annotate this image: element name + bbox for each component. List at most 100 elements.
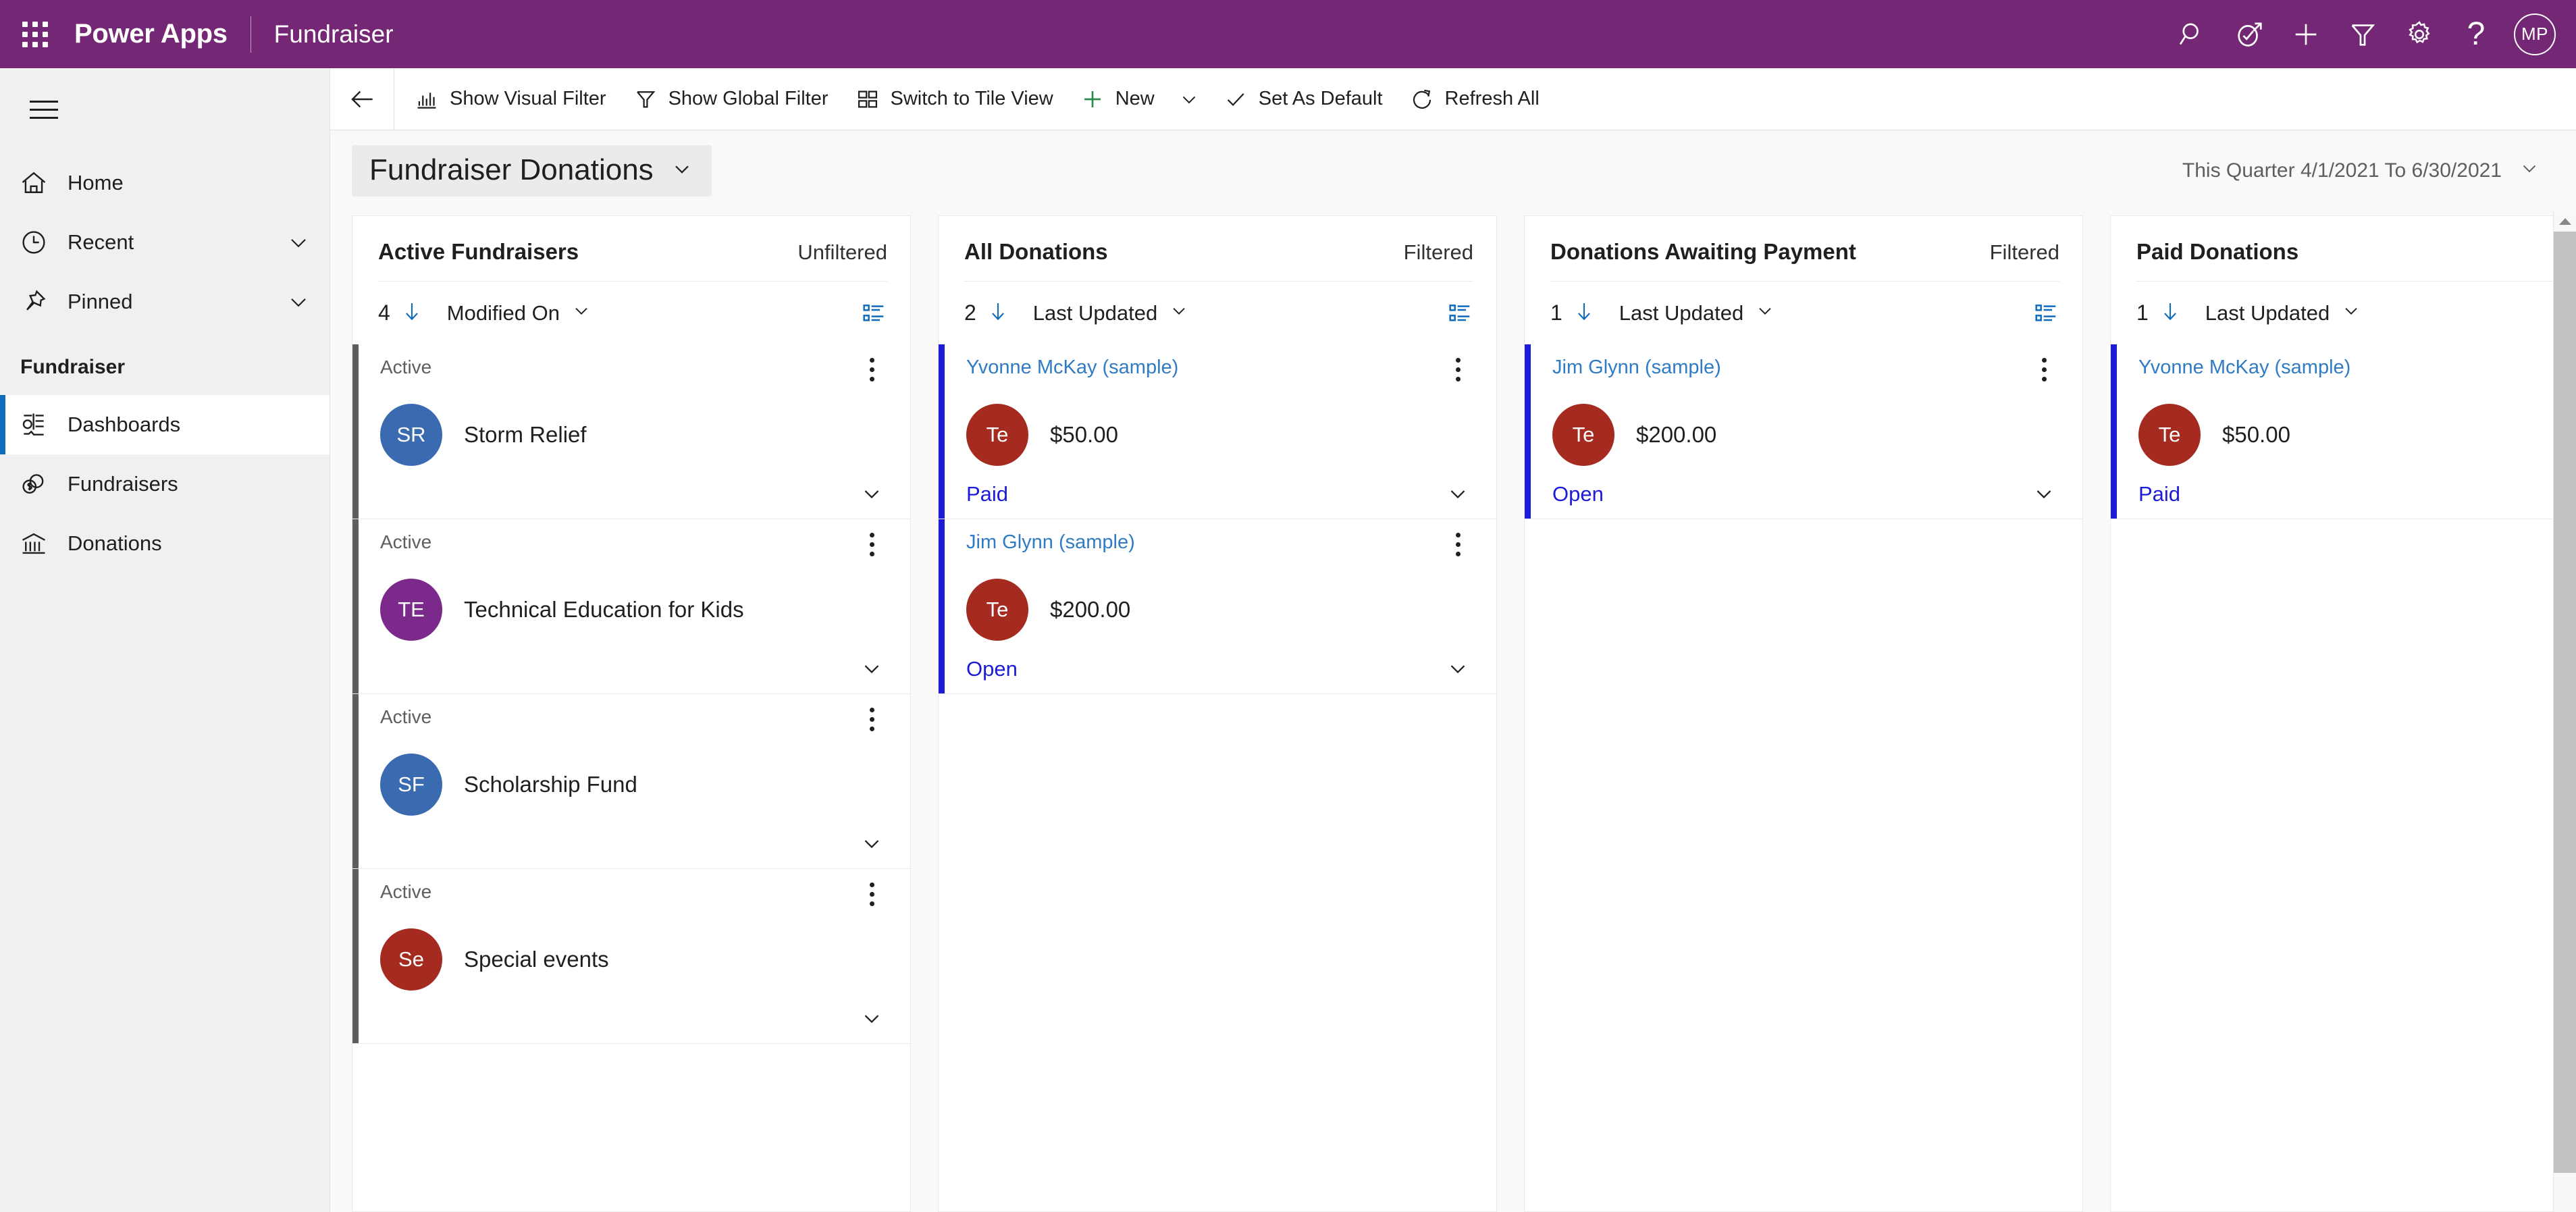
- stream-sort-direction-toggle[interactable]: 1: [1550, 299, 1596, 327]
- card-top-row: Jim Glynn (sample): [966, 531, 1473, 564]
- stream-header-row: Paid DonationsFiltered: [2136, 239, 2553, 265]
- search-icon[interactable]: [2164, 6, 2221, 63]
- stream-header-row: All Donations Filtered: [964, 239, 1473, 265]
- card-contact-link[interactable]: Yvonne McKay (sample): [2138, 357, 2553, 379]
- card[interactable]: Yvonne McKay (sample) Te $50.00 Paid: [2111, 344, 2553, 519]
- sort-descending-arrow-icon: [986, 299, 1010, 327]
- card-expand-chevron-down-icon[interactable]: [859, 656, 887, 681]
- stream-sort-by-label: Last Updated: [2205, 300, 2330, 325]
- back-arrow-icon[interactable]: [334, 71, 391, 128]
- scroll-up-arrow-icon[interactable]: [2554, 211, 2576, 232]
- card[interactable]: Yvonne McKay (sample) Te $50.00 Paid: [939, 344, 1496, 519]
- stream-sort-by-selector[interactable]: Last Updated: [2205, 300, 2362, 327]
- stream-sort-direction-toggle[interactable]: 4: [378, 299, 424, 327]
- stream-sort-direction-toggle[interactable]: 2: [964, 299, 1010, 327]
- card-contact-link[interactable]: Jim Glynn (sample): [966, 531, 1442, 554]
- card-state-link[interactable]: Open: [1552, 482, 2031, 506]
- sidebar-item-pinned[interactable]: Pinned: [0, 272, 330, 332]
- card-bottom-row: [380, 466, 887, 506]
- card-overflow-menu-icon[interactable]: [856, 704, 887, 735]
- new-dropdown-chevron-down-icon[interactable]: [1168, 74, 1210, 125]
- command-bar: Show Visual Filter Show Global Filter Sw…: [330, 68, 2576, 130]
- command-label: Set As Default: [1258, 88, 1383, 109]
- dashboard-selector[interactable]: Fundraiser Donations: [352, 145, 712, 196]
- app-name[interactable]: Fundraiser: [274, 20, 394, 49]
- filter-icon[interactable]: [2334, 6, 2391, 63]
- stream-view-selector-icon[interactable]: [1446, 300, 1473, 327]
- card-expand-chevron-down-icon[interactable]: [859, 1005, 887, 1031]
- checkmark-icon: [1224, 87, 1248, 111]
- help-icon[interactable]: ?: [2448, 6, 2504, 63]
- card[interactable]: Active SR Storm Relief: [352, 344, 910, 519]
- sidebar-item-donations[interactable]: Donations: [0, 514, 330, 573]
- stream-sort-direction-toggle[interactable]: 1: [2136, 299, 2182, 327]
- card-expand-chevron-down-icon[interactable]: [859, 481, 887, 506]
- stream-toolbar: 1 Last Updated: [1525, 282, 2082, 344]
- card-contact-link[interactable]: Yvonne McKay (sample): [966, 357, 1442, 379]
- plus-icon[interactable]: [2278, 6, 2334, 63]
- sidebar-item-dashboards[interactable]: Dashboards: [0, 395, 330, 454]
- card[interactable]: Active TE Technical Education for Kids: [352, 519, 910, 694]
- stream-view-selector-icon[interactable]: [860, 300, 887, 327]
- card-overflow-menu-icon[interactable]: [1442, 354, 1473, 385]
- card-overflow-menu-icon[interactable]: [856, 354, 887, 385]
- card[interactable]: Jim Glynn (sample) Te $200.00 Open: [1525, 344, 2082, 519]
- sidebar-item-home[interactable]: Home: [0, 153, 330, 213]
- card-overflow-menu-icon[interactable]: [856, 529, 887, 560]
- card-overflow-menu-icon[interactable]: [856, 878, 887, 910]
- brand-title[interactable]: Power Apps: [74, 19, 228, 49]
- sort-descending-arrow-icon: [1572, 299, 1596, 327]
- card-bottom-row: Paid: [966, 466, 1473, 506]
- stream-header: Donations Awaiting Payment Filtered: [1525, 216, 2082, 282]
- card[interactable]: Jim Glynn (sample) Te $200.00 Open: [939, 519, 1496, 694]
- card[interactable]: Active Se Special events: [352, 869, 910, 1044]
- gear-icon[interactable]: [2391, 6, 2448, 63]
- vertical-scrollbar[interactable]: [2553, 211, 2576, 1212]
- diagnostics-icon[interactable]: [2221, 6, 2278, 63]
- stream-view-selector-icon[interactable]: [2032, 300, 2059, 327]
- dashboard-header: Fundraiser Donations This Quarter 4/1/20…: [330, 130, 2576, 211]
- switch-to-tile-view-button[interactable]: Switch to Tile View: [842, 74, 1067, 125]
- chevron-down-icon[interactable]: [285, 288, 312, 315]
- card-contact-link[interactable]: Jim Glynn (sample): [1552, 357, 2028, 379]
- card-body: Active SR Storm Relief: [359, 344, 910, 519]
- card-color-bar: [939, 344, 945, 519]
- card-expand-chevron-down-icon[interactable]: [1445, 481, 1473, 506]
- page-title: Fundraiser Donations: [369, 153, 654, 186]
- app-launcher-icon[interactable]: [11, 10, 59, 59]
- card-expand-chevron-down-icon[interactable]: [2031, 481, 2059, 506]
- card-state-link[interactable]: Paid: [966, 482, 1445, 506]
- sidebar-item-recent[interactable]: Recent: [0, 213, 330, 272]
- chevron-down-icon[interactable]: [285, 229, 312, 256]
- card-state-link[interactable]: Open: [966, 657, 1445, 681]
- card-state-link[interactable]: Paid: [2138, 482, 2553, 506]
- show-global-filter-button[interactable]: Show Global Filter: [620, 74, 842, 125]
- stream-sort-by-selector[interactable]: Last Updated: [1619, 300, 1776, 327]
- card-expand-chevron-down-icon[interactable]: [1445, 656, 1473, 681]
- avatar[interactable]: MP: [2514, 13, 2556, 55]
- card-status-label: Active: [380, 357, 432, 377]
- refresh-all-button[interactable]: Refresh All: [1396, 74, 1553, 125]
- vertical-scrollbar-thumb[interactable]: [2554, 232, 2576, 1173]
- card-overflow-menu-icon[interactable]: [1442, 529, 1473, 560]
- card[interactable]: Active SF Scholarship Fund: [352, 694, 910, 869]
- stream-column: Paid DonationsFiltered 1 Last Updated Yvonn…: [2110, 215, 2553, 1212]
- card-expand-chevron-down-icon[interactable]: [859, 831, 887, 856]
- stream-columns: Active Fundraisers Unfiltered 4 Modified On…: [330, 211, 2553, 1212]
- new-button[interactable]: New: [1067, 74, 1168, 125]
- sidebar-item-fundraisers[interactable]: Fundraisers: [0, 454, 330, 514]
- card-top-row: Yvonne McKay (sample): [966, 357, 1473, 389]
- command-label: Refresh All: [1444, 88, 1540, 109]
- show-visual-filter-button[interactable]: Show Visual Filter: [401, 74, 620, 125]
- home-icon: [0, 168, 68, 198]
- date-range-selector[interactable]: This Quarter 4/1/2021 To 6/30/2021: [2174, 150, 2549, 192]
- vertical-scrollbar-track[interactable]: [2554, 232, 2576, 1212]
- stream-filter-state: Filtered: [1989, 240, 2059, 264]
- card-overflow-menu-icon[interactable]: [2028, 354, 2059, 385]
- card-primary-text: $50.00: [1050, 422, 1118, 447]
- stream-sort-by-selector[interactable]: Modified On: [447, 300, 592, 327]
- set-as-default-button[interactable]: Set As Default: [1210, 74, 1396, 125]
- card-bottom-row: Open: [966, 641, 1473, 681]
- hamburger-icon[interactable]: [7, 80, 81, 138]
- stream-sort-by-selector[interactable]: Last Updated: [1033, 300, 1190, 327]
